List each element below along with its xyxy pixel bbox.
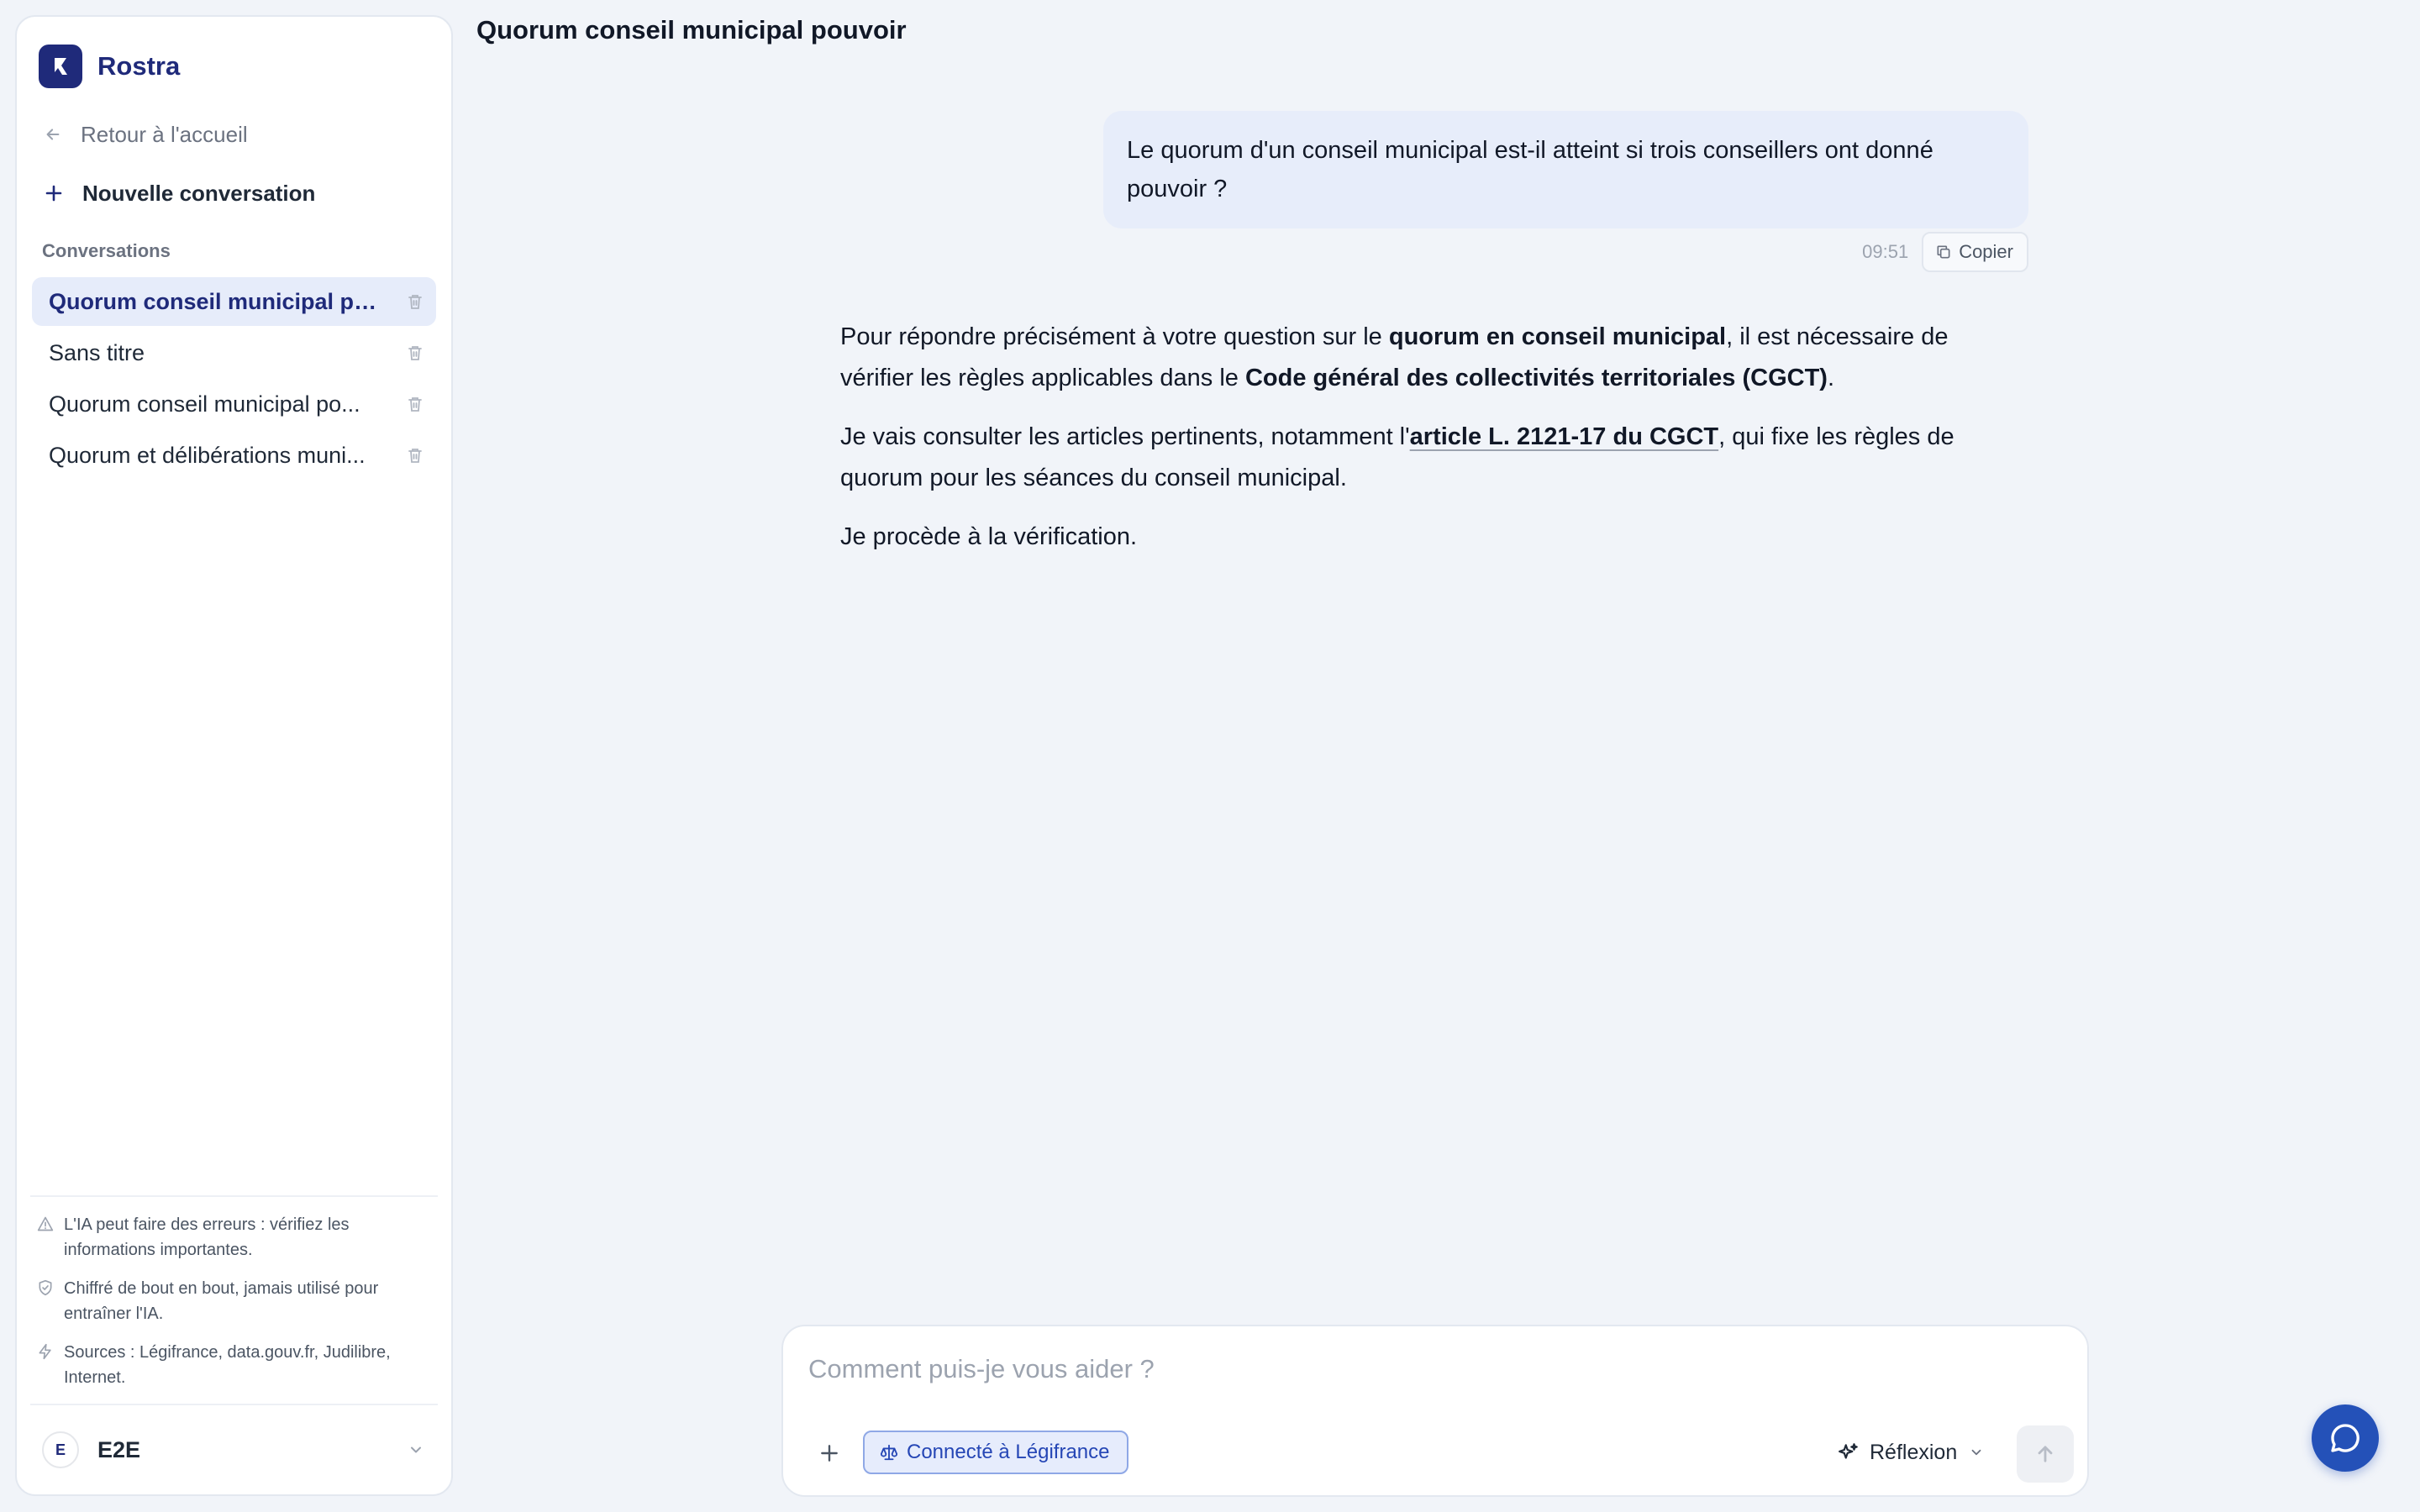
help-chat-button[interactable] [2312, 1404, 2379, 1472]
avatar: E [42, 1431, 79, 1468]
trash-icon[interactable] [397, 447, 423, 464]
bold-text: Code général des collectivités territori… [1244, 365, 1828, 391]
account-menu[interactable]: E E2E [30, 1404, 438, 1494]
plus-icon [45, 185, 62, 202]
new-conversation-button[interactable]: Nouvelle conversation [44, 175, 451, 212]
legifrance-label: Connecté à Légifrance [907, 1441, 1110, 1463]
conversation-title: Quorum conseil municipal po... [49, 288, 386, 314]
conversation-title: Quorum conseil municipal po... [49, 391, 360, 417]
conversation-list: Quorum conseil municipal po... Sans titr… [32, 277, 436, 482]
chevron-down-icon [1971, 1449, 1981, 1456]
mode-label: Réflexion [1870, 1440, 1958, 1464]
copy-label: Copier [1959, 241, 2013, 262]
back-home-label: Retour à l'accueil [81, 121, 248, 147]
brand: Rostra [17, 17, 451, 96]
brand-name: Rostra [97, 51, 181, 81]
sidebar-notices: L'IA peut faire des erreurs : vérifiez l… [30, 1195, 438, 1404]
back-home-link[interactable]: Retour à l'accueil [44, 116, 451, 153]
notice-item: Sources : Légifrance, data.gouv.fr, Judi… [30, 1340, 438, 1390]
article-link[interactable]: article L. 2121-17 du CGCT [1410, 423, 1718, 450]
arrow-up-icon [2038, 1446, 2053, 1462]
conversation-title: Quorum et délibérations muni... [49, 442, 366, 468]
assistant-paragraph: Pour répondre précisément à votre questi… [840, 323, 1949, 391]
notice-item: L'IA peut faire des erreurs : vérifiez l… [30, 1212, 438, 1263]
conversation-title: Sans titre [49, 339, 145, 365]
bolt-icon [39, 1343, 51, 1360]
message-input[interactable] [808, 1348, 1985, 1390]
conversation-item[interactable]: Quorum conseil municipal po... [32, 277, 436, 326]
new-conversation-label: Nouvelle conversation [82, 180, 316, 206]
assistant-message: Pour répondre précisément à votre questi… [840, 317, 2017, 575]
notice-text: Chiffré de bout en bout, jamais utilisé … [64, 1279, 379, 1323]
assistant-paragraph: Je vais consulter les articles pertinent… [840, 423, 1954, 491]
chevron-down-icon [411, 1446, 421, 1453]
message-time: 09:51 [1862, 241, 1909, 262]
notice-text: L'IA peut faire des erreurs : vérifiez l… [64, 1215, 350, 1259]
user-message: Le quorum d'un conseil municipal est-il … [1103, 111, 2028, 228]
plus-icon [821, 1445, 838, 1462]
trash-icon[interactable] [397, 344, 423, 361]
account-name: E2E [97, 1436, 141, 1462]
copy-icon [1937, 245, 1950, 259]
rostra-logo-icon[interactable] [39, 45, 82, 88]
conversation-item[interactable]: Quorum et délibérations muni... [32, 431, 436, 480]
sidebar: Rostra Retour à l'accueil Nouvelle conve… [15, 15, 453, 1496]
sparkles-icon [1839, 1443, 1858, 1459]
notice-item: Chiffré de bout en bout, jamais utilisé … [30, 1276, 438, 1326]
bold-text: quorum en conseil municipal [1388, 323, 1727, 350]
add-attachment-button[interactable] [813, 1437, 845, 1469]
trash-icon[interactable] [397, 396, 423, 412]
message-meta: 09:51 Copier [1832, 232, 2028, 272]
chat-bubble-icon [2331, 1424, 2360, 1452]
mode-select[interactable]: Réflexion [1838, 1434, 1984, 1471]
conversation-item[interactable]: Sans titre [32, 328, 436, 377]
page-title: Quorum conseil municipal pouvoir [476, 15, 907, 45]
composer: Connecté à Légifrance Réflexion [781, 1325, 2089, 1497]
conversations-heading: Conversations [42, 240, 171, 261]
trash-icon[interactable] [397, 293, 423, 310]
warning-icon [37, 1216, 54, 1231]
assistant-paragraph: Je procède à la vérification. [840, 523, 1138, 550]
scale-icon [880, 1444, 898, 1461]
copy-button[interactable]: Copier [1922, 232, 2028, 272]
legifrance-toggle[interactable]: Connecté à Légifrance [863, 1431, 1128, 1474]
conversation-item[interactable]: Quorum conseil municipal po... [32, 380, 436, 428]
send-button[interactable] [2017, 1425, 2074, 1483]
notice-text: Sources : Légifrance, data.gouv.fr, Judi… [64, 1343, 391, 1387]
shield-icon [39, 1279, 52, 1296]
arrow-left-icon [46, 129, 60, 140]
